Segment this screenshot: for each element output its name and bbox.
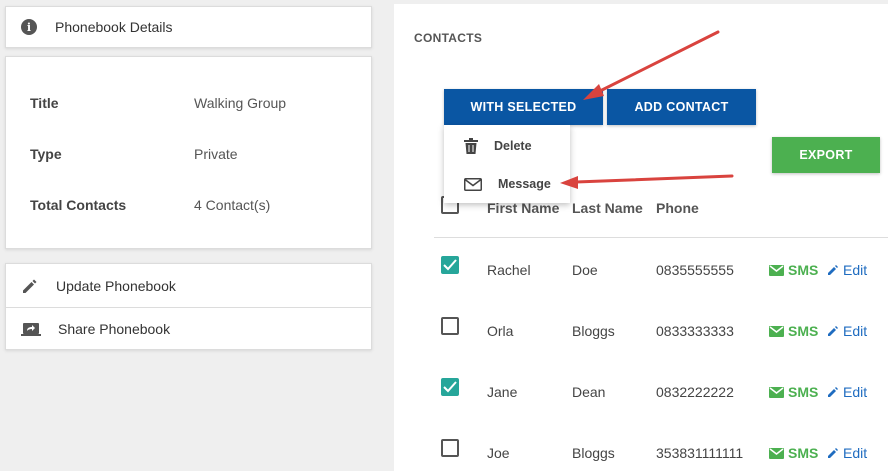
delete-menu-item[interactable]: Delete [444, 127, 570, 165]
last-name-cell: Dean [572, 384, 606, 400]
pencil-icon [828, 265, 838, 275]
export-button[interactable]: EXPORT [772, 137, 880, 173]
detail-label: Title [30, 95, 59, 111]
update-phonebook-label: Update Phonebook [56, 277, 176, 294]
share-phonebook-label: Share Phonebook [58, 321, 171, 337]
sms-button[interactable]: SMS [769, 384, 818, 400]
phone-cell: 0833333333 [656, 323, 734, 339]
pencil-icon [828, 387, 838, 397]
pencil-icon [828, 448, 838, 458]
first-name-cell: Rachel [487, 262, 531, 278]
detail-label: Total Contacts [30, 197, 127, 213]
edit-button[interactable]: Edit [827, 384, 867, 400]
edit-label: Edit [843, 323, 868, 339]
table-row: Joe Bloggs 353831111111 SMS Edit [394, 421, 888, 471]
envelope-icon [769, 386, 784, 398]
with-selected-dropdown: Delete Message [444, 125, 570, 203]
row-checkbox[interactable] [441, 317, 459, 335]
phonebook-details-header: i Phonebook Details [5, 6, 372, 48]
sms-button[interactable]: SMS [769, 262, 818, 278]
check-icon [443, 381, 457, 393]
row-checkbox[interactable] [441, 256, 459, 274]
sms-label: SMS [788, 445, 819, 461]
contacts-panel: CONTACTS WITH SELECTED ADD CONTACT EXPOR… [394, 4, 888, 471]
share-phonebook-button[interactable]: Share Phonebook [6, 307, 371, 350]
envelope-icon [769, 264, 784, 276]
detail-value: 4 Contact(s) [194, 197, 271, 213]
detail-value: Walking Group [194, 95, 287, 111]
table-row: Rachel Doe 0835555555 SMS Edit [394, 238, 888, 299]
pencil-icon [828, 326, 838, 336]
edit-label: Edit [843, 384, 868, 400]
envelope-icon [769, 447, 784, 459]
first-name-cell: Jane [487, 384, 518, 400]
contacts-title: CONTACTS [414, 31, 483, 45]
envelope-icon [769, 325, 784, 337]
share-screen-icon [21, 323, 41, 336]
row-checkbox[interactable] [441, 439, 459, 457]
edit-button[interactable]: Edit [827, 445, 867, 461]
first-name-cell: Orla [487, 323, 514, 339]
edit-button[interactable]: Edit [827, 323, 867, 339]
detail-label: Type [30, 146, 62, 162]
check-icon [443, 259, 457, 271]
sms-label: SMS [788, 323, 819, 339]
trash-icon [464, 138, 478, 154]
info-icon: i [21, 19, 37, 35]
sms-label: SMS [788, 262, 819, 278]
message-menu-item[interactable]: Message [444, 165, 570, 203]
delete-label: Delete [494, 139, 532, 153]
phonebook-details-card: Title Walking Group Type Private Total C… [5, 56, 372, 249]
table-row: Jane Dean 0832222222 SMS Edit [394, 360, 888, 421]
phonebook-details-title: Phonebook Details [55, 19, 173, 35]
row-checkbox[interactable] [441, 378, 459, 396]
column-header-phone[interactable]: Phone [656, 200, 699, 216]
edit-button[interactable]: Edit [827, 262, 867, 278]
envelope-icon [464, 177, 482, 191]
phone-cell: 353831111111 [656, 445, 744, 461]
edit-label: Edit [843, 445, 868, 461]
last-name-cell: Bloggs [572, 445, 615, 461]
phonebook-actions: Update Phonebook Share Phonebook [5, 263, 372, 350]
last-name-cell: Bloggs [572, 323, 615, 339]
message-label: Message [498, 177, 551, 191]
phone-cell: 0835555555 [656, 262, 734, 278]
pencil-icon [23, 279, 37, 293]
phone-cell: 0832222222 [656, 384, 734, 400]
column-header-last-name[interactable]: Last Name [572, 200, 643, 216]
with-selected-button[interactable]: WITH SELECTED [444, 89, 603, 125]
sms-label: SMS [788, 384, 819, 400]
add-contact-button[interactable]: ADD CONTACT [607, 89, 756, 125]
first-name-cell: Joe [487, 445, 510, 461]
sms-button[interactable]: SMS [769, 323, 818, 339]
last-name-cell: Doe [572, 262, 598, 278]
sms-button[interactable]: SMS [769, 445, 818, 461]
update-phonebook-button[interactable]: Update Phonebook [6, 264, 371, 307]
table-row: Orla Bloggs 0833333333 SMS Edit [394, 299, 888, 360]
detail-value: Private [194, 146, 238, 162]
edit-label: Edit [843, 262, 868, 278]
